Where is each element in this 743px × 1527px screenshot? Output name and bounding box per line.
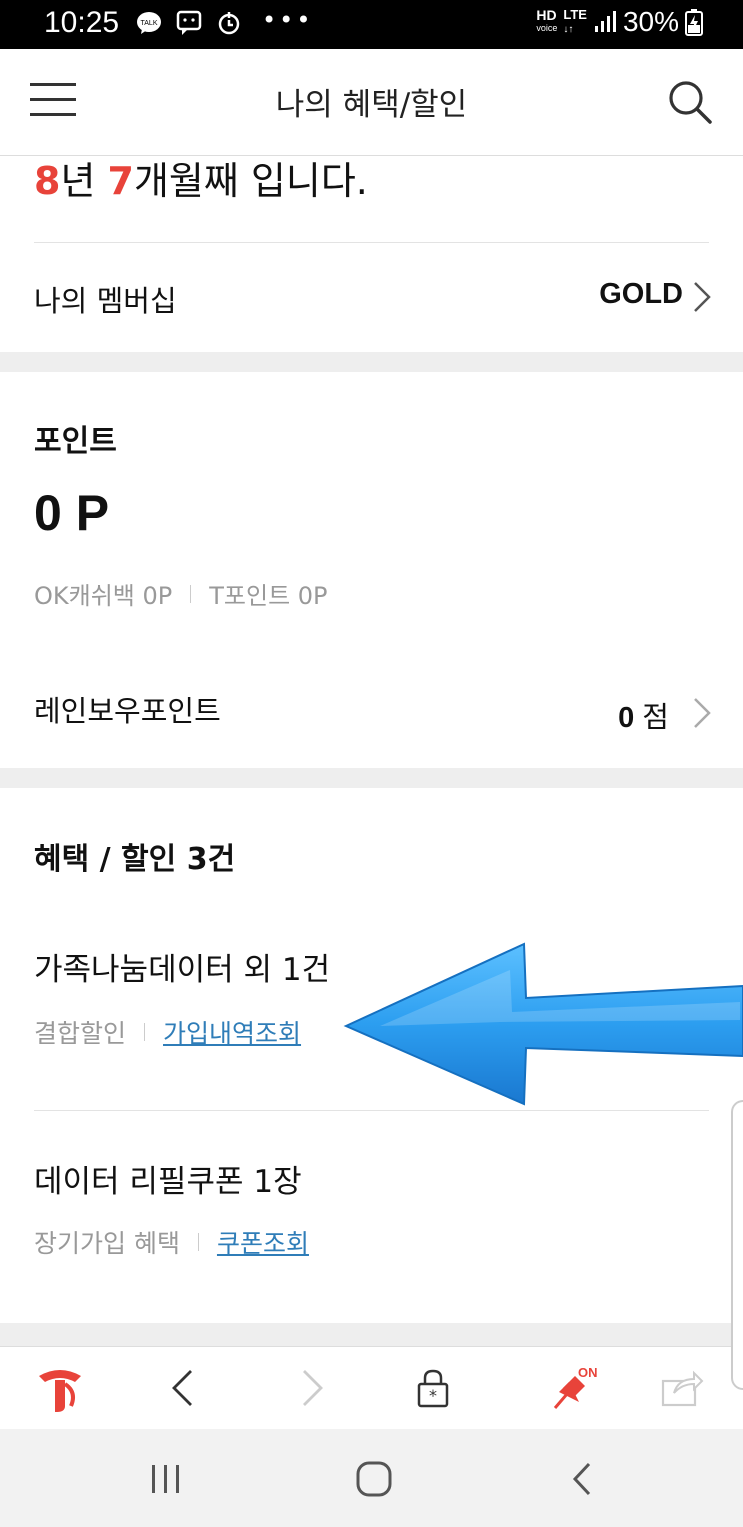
points-breakdown: OK캐쉬백 0P T포인트 0P <box>34 576 328 611</box>
message-icon <box>176 10 202 35</box>
kakaotalk-icon: TALK <box>137 12 161 34</box>
svg-text:TALK: TALK <box>141 20 158 27</box>
svg-text:*: * <box>429 1386 437 1405</box>
membership-grade: GOLD <box>599 278 683 310</box>
rainbow-points-label: 레인보우포인트 <box>34 694 221 728</box>
notification-icons: TALK <box>136 10 242 36</box>
separator <box>190 584 192 603</box>
subscription-history-link[interactable]: 가입내역조회 <box>163 1014 301 1050</box>
browser-toolbar: * ON <box>0 1346 743 1429</box>
points-title: 포인트 <box>34 424 117 459</box>
share-icon[interactable] <box>652 1361 712 1415</box>
divider <box>34 1110 709 1111</box>
membership-row[interactable]: GOLD <box>0 256 743 336</box>
back-icon[interactable] <box>152 1361 212 1415</box>
coupon-lookup-link[interactable]: 쿠폰조회 <box>217 1224 309 1260</box>
back-icon[interactable] <box>552 1457 612 1501</box>
separator <box>197 1233 199 1251</box>
network-indicator: LTE ↓↑ <box>563 7 587 35</box>
separator <box>144 1023 146 1041</box>
ok-cashbag-points: OK캐쉬백 0P <box>34 582 173 610</box>
status-time: 10:25 <box>44 6 120 39</box>
battery-charging-icon <box>685 9 703 36</box>
rainbow-points-row[interactable]: 레인보우포인트 0 점 <box>0 672 743 752</box>
chevron-right-icon <box>694 698 711 728</box>
rainbow-points-value: 0 점 <box>618 702 669 734</box>
t-points: T포인트 0P <box>209 582 328 610</box>
tenure-text: 8년 7개월째 입니다. <box>34 159 368 203</box>
pin-on-label: ON <box>578 1365 598 1380</box>
home-icon[interactable] <box>344 1457 404 1501</box>
points-total: 0 P <box>34 485 110 541</box>
pin-icon[interactable]: ON <box>530 1361 610 1415</box>
signal-icon <box>594 11 616 32</box>
forward-icon[interactable] <box>283 1361 343 1415</box>
more-notifications-icon: ••• <box>262 6 314 34</box>
benefit-category: 장기가입 혜택 <box>34 1229 180 1258</box>
search-icon[interactable] <box>667 79 713 125</box>
recent-apps-icon[interactable] <box>136 1457 196 1501</box>
page-title: 나의 혜택/할인 <box>275 87 468 123</box>
benefit-item-sub: 장기가입 혜택 쿠폰조회 <box>34 1224 309 1260</box>
status-bar: 10:25 TALK ••• HD voice LTE ↓↑ 30% <box>0 0 743 49</box>
scroll-handle[interactable] <box>731 1100 743 1390</box>
lock-icon[interactable]: * <box>403 1361 463 1415</box>
system-nav-bar <box>0 1429 743 1527</box>
benefits-title: 혜택 / 할인 3건 <box>34 842 236 877</box>
benefit-category: 결합할인 <box>34 1019 127 1048</box>
benefit-item-sub: 결합할인 가입내역조회 <box>34 1014 301 1050</box>
status-right: HD voice LTE ↓↑ 30% <box>536 6 703 38</box>
hd-voice-indicator: HD voice <box>536 7 558 33</box>
benefit-item-title: 가족나눔데이터 외 1건 <box>34 952 331 988</box>
benefit-item-title: 데이터 리필쿠폰 1장 <box>34 1164 302 1200</box>
t-logo-icon[interactable] <box>30 1361 90 1415</box>
battery-percent: 30% <box>622 6 679 37</box>
divider <box>34 242 709 243</box>
membership-card: 8년 7개월째 입니다. 나의 멤버십 GOLD <box>0 156 743 352</box>
app-header: 나의 혜택/할인 <box>0 49 743 156</box>
chevron-right-icon <box>694 282 711 312</box>
points-card: 포인트 0 P OK캐쉬백 0P T포인트 0P 레인보우포인트 0 점 <box>0 372 743 768</box>
sync-icon <box>218 12 240 35</box>
arrow-annotation <box>343 942 743 1106</box>
